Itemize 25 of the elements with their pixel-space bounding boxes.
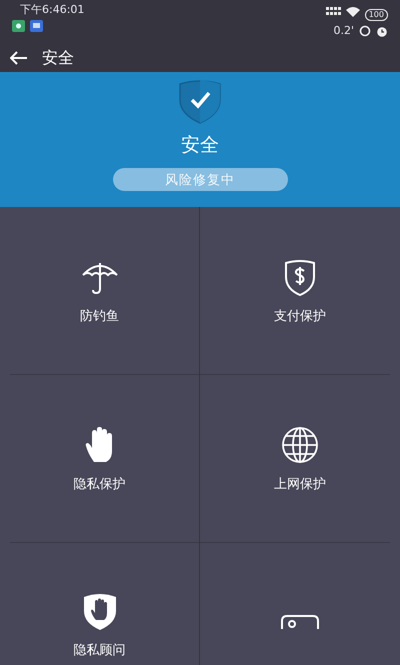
feature-tile[interactable]: 上网保护 bbox=[200, 375, 400, 543]
back-arrow-icon[interactable] bbox=[10, 51, 28, 65]
signal-icon bbox=[326, 7, 341, 16]
feature-tile[interactable]: 隐私保护 bbox=[0, 375, 200, 543]
shield-check-icon bbox=[178, 78, 222, 124]
feature-label: 防钓鱼 bbox=[80, 308, 119, 325]
alarm-clock-icon bbox=[376, 24, 388, 36]
status-time: 下午6:46:01 bbox=[19, 2, 84, 17]
feature-label: 支付保护 bbox=[274, 308, 326, 325]
wifi-icon bbox=[346, 6, 360, 17]
network-speed: 0.2' bbox=[333, 24, 354, 37]
globe-icon bbox=[280, 425, 320, 465]
page-title: 安全 bbox=[42, 48, 74, 68]
feature-label: 隐私顾问 bbox=[74, 642, 126, 659]
feature-tile[interactable]: 支付保护 bbox=[200, 207, 400, 375]
feature-tile[interactable]: 防钓鱼 bbox=[0, 207, 200, 375]
feature-label: 隐私保护 bbox=[74, 476, 126, 493]
feature-label: 上网保护 bbox=[274, 476, 326, 493]
sync-icon bbox=[359, 24, 371, 36]
repair-status-pill: 风险修复中 bbox=[112, 168, 288, 191]
security-status-title: 安全 bbox=[181, 133, 219, 158]
app-notification-icon bbox=[12, 20, 25, 32]
card-icon bbox=[280, 615, 320, 629]
feature-tile[interactable]: 隐私顾问 bbox=[0, 543, 200, 665]
app-notification-icon bbox=[30, 20, 43, 32]
